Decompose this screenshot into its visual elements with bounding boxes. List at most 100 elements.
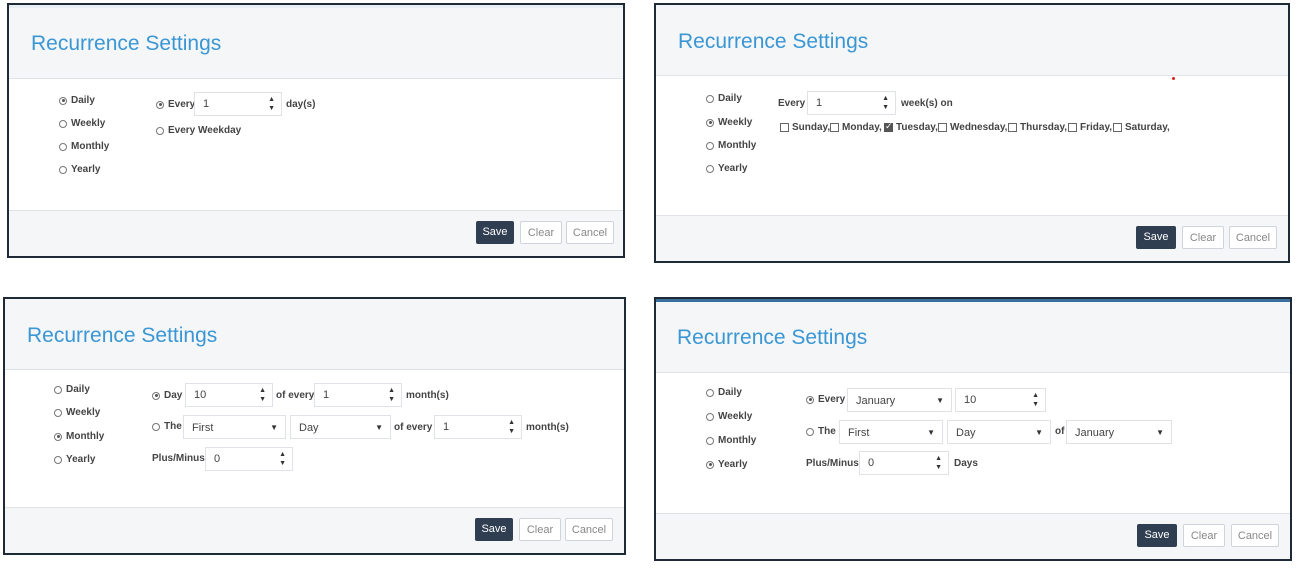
radio-day[interactable]: Day [152,390,182,401]
plus-minus-stepper[interactable]: 0 ▲ ▼ [859,451,949,475]
checkbox-icon[interactable] [1068,123,1077,132]
radio-every-weekday[interactable]: Every Weekday [156,125,241,136]
radio-circle-icon[interactable] [706,141,714,150]
cancel-button[interactable]: Cancel [1231,524,1279,547]
caret-down-icon[interactable]: ▼ [1156,428,1164,437]
checkbox-sunday[interactable]: Sunday, [780,122,830,133]
caret-down-icon[interactable]: ▼ [927,428,935,437]
ordinal-select[interactable]: First ▼ [839,420,943,444]
radio-weekly[interactable]: Weekly [706,117,752,128]
radio-circle-icon[interactable] [54,385,62,394]
radio-circle-icon[interactable] [54,408,62,417]
save-button[interactable]: Save [1136,226,1176,249]
radio-yearly[interactable]: Yearly [706,459,747,470]
plus-minus-stepper[interactable]: 0 ▲ ▼ [205,447,293,471]
radio-circle-icon[interactable] [152,422,160,431]
save-button[interactable]: Save [476,221,514,244]
weekday-select[interactable]: Day ▼ [947,420,1051,444]
checkbox-tuesday[interactable]: Tuesday, [884,121,938,133]
radio-every[interactable]: Every [156,99,195,110]
cancel-button[interactable]: Cancel [566,221,614,244]
radio-monthly[interactable]: Monthly [54,431,104,442]
caret-down-icon[interactable]: ▼ [270,423,278,432]
radio-yearly[interactable]: Yearly [54,454,95,465]
radio-circle-icon[interactable] [706,388,714,397]
stepper-arrows-icon[interactable]: ▲ ▼ [388,386,395,404]
radio-circle-icon[interactable] [59,119,67,128]
checkbox-friday[interactable]: Friday, [1068,122,1112,133]
of-month-select[interactable]: January ▼ [1066,420,1172,444]
radio-every[interactable]: Every [806,394,845,405]
radio-weekly[interactable]: Weekly [706,411,752,422]
checkbox-checked-icon[interactable] [884,121,893,132]
checkbox-icon[interactable] [1008,123,1017,132]
radio-circle-icon[interactable] [706,460,714,469]
radio-circle-icon[interactable] [706,118,714,127]
save-button[interactable]: Save [475,518,513,541]
checkbox-icon[interactable] [780,123,789,132]
day-of-month-stepper[interactable]: 10 ▲ ▼ [185,383,273,407]
dialog-header: Recurrence Settings [656,302,1290,373]
red-dot-mark [1172,77,1175,80]
checkbox-icon[interactable] [830,123,839,132]
radio-daily[interactable]: Daily [54,384,90,395]
stepper-arrows-icon[interactable]: ▲ ▼ [508,418,515,436]
clear-button[interactable]: Clear [1182,226,1224,249]
caret-down-icon[interactable]: ▼ [1035,428,1043,437]
radio-circle-icon[interactable] [156,126,164,135]
radio-circle-icon[interactable] [706,436,714,445]
radio-circle-icon[interactable] [706,164,714,173]
radio-circle-icon[interactable] [54,432,62,441]
radio-circle-icon[interactable] [706,94,714,103]
weekday-select[interactable]: Day ▼ [290,415,391,439]
radio-circle-icon[interactable] [59,165,67,174]
checkbox-icon[interactable] [938,123,947,132]
clear-button[interactable]: Clear [520,221,562,244]
cancel-button[interactable]: Cancel [565,518,613,541]
radio-circle-icon[interactable] [806,395,814,404]
radio-weekly[interactable]: Weekly [54,407,100,418]
checkbox-icon[interactable] [1113,123,1122,132]
radio-circle-icon[interactable] [59,96,67,105]
every-weeks-stepper[interactable]: 1 ▲ ▼ [807,91,896,115]
cancel-button[interactable]: Cancel [1229,226,1277,249]
every-months-stepper-2[interactable]: 1 ▲ ▼ [434,415,522,439]
every-months-stepper[interactable]: 1 ▲ ▼ [314,383,402,407]
checkbox-monday[interactable]: Monday, [830,122,882,133]
stepper-arrows-icon[interactable]: ▲ ▼ [935,454,942,472]
radio-daily[interactable]: Daily [706,387,742,398]
checkbox-saturday[interactable]: Saturday, [1113,122,1170,133]
stepper-arrows-icon[interactable]: ▲ ▼ [882,94,889,112]
radio-yearly[interactable]: Yearly [706,163,747,174]
every-day-stepper[interactable]: 10 ▲ ▼ [955,388,1046,412]
radio-circle-icon[interactable] [54,455,62,464]
clear-button[interactable]: Clear [1183,524,1225,547]
caret-down-icon[interactable]: ▼ [375,423,383,432]
radio-circle-icon[interactable] [706,412,714,421]
radio-daily[interactable]: Daily [59,95,95,106]
radio-circle-icon[interactable] [59,142,67,151]
radio-circle-icon[interactable] [156,100,164,109]
stepper-arrows-icon[interactable]: ▲ ▼ [279,450,286,468]
radio-the[interactable]: The [806,426,836,437]
radio-circle-icon[interactable] [806,427,814,436]
stepper-arrows-icon[interactable]: ▲ ▼ [268,95,275,113]
stepper-arrows-icon[interactable]: ▲ ▼ [259,386,266,404]
radio-monthly[interactable]: Monthly [706,140,756,151]
checkbox-wednesday[interactable]: Wednesday, [938,122,1007,133]
radio-monthly[interactable]: Monthly [59,141,109,152]
ordinal-select[interactable]: First ▼ [183,415,286,439]
save-button[interactable]: Save [1137,524,1177,547]
every-month-select[interactable]: January ▼ [847,388,952,412]
radio-yearly[interactable]: Yearly [59,164,100,175]
checkbox-thursday[interactable]: Thursday, [1008,122,1067,133]
radio-the[interactable]: The [152,421,182,432]
stepper-arrows-icon[interactable]: ▲ ▼ [1032,391,1039,409]
clear-button[interactable]: Clear [519,518,561,541]
caret-down-icon[interactable]: ▼ [936,396,944,405]
radio-circle-icon[interactable] [152,391,160,400]
radio-monthly[interactable]: Monthly [706,435,756,446]
radio-weekly[interactable]: Weekly [59,118,105,129]
every-days-stepper[interactable]: 1 ▲ ▼ [194,92,282,116]
radio-daily[interactable]: Daily [706,93,742,104]
